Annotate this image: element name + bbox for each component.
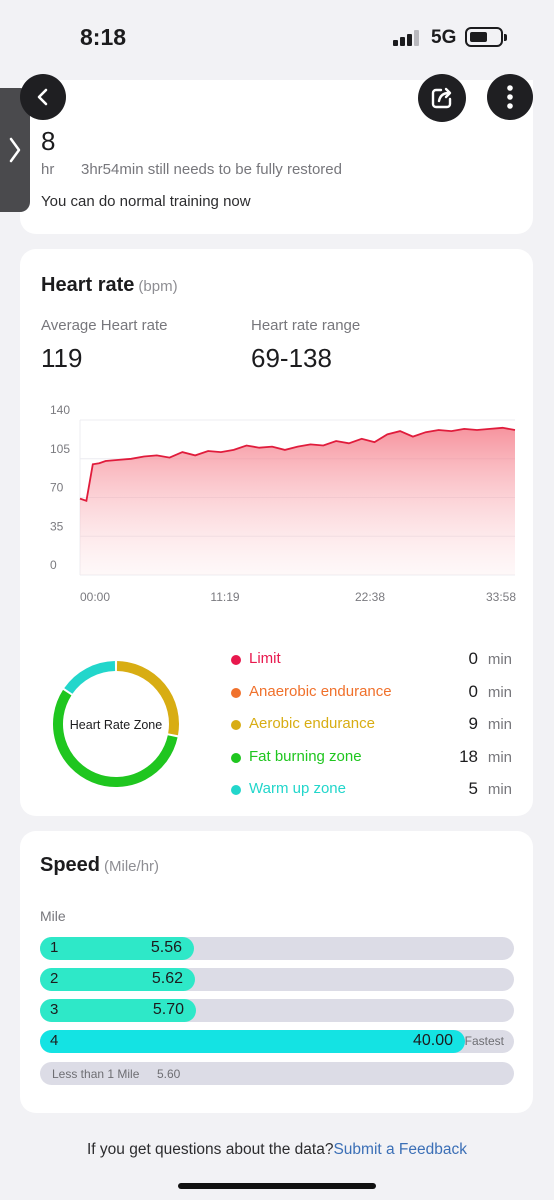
- share-button[interactable]: [418, 74, 466, 122]
- zone-label: Fat burning zone: [249, 747, 362, 765]
- less-than-label: Less than 1 Mile: [52, 1067, 140, 1081]
- zone-color-dot: [231, 687, 241, 698]
- zone-minutes: 0: [468, 681, 478, 701]
- zone-unit: min: [487, 683, 512, 701]
- speed-title: Speed (Mile/hr): [40, 854, 159, 877]
- speed-unit: (Mile/hr): [104, 858, 160, 875]
- speed-value: 5.70: [152, 1001, 184, 1018]
- less-than-one-mile-row: Less than 1 Mile 5.60: [40, 1062, 514, 1085]
- recovery-remaining-text: 3hr54min still needs to be fully restore…: [81, 161, 342, 178]
- network-type: 5G: [431, 27, 457, 48]
- zone-label: Limit: [249, 650, 281, 667]
- speed-card: Speed (Mile/hr) Mile 1 5.56 2 5.62 3 5.70 4 40.0…: [20, 831, 533, 1113]
- speed-value: 40.00: [412, 1032, 453, 1049]
- average-heart-rate-value: 119: [41, 343, 83, 373]
- heart-rate-range-label: Heart rate range: [251, 317, 361, 334]
- average-heart-rate-label: Average Heart rate: [41, 317, 168, 334]
- speed-bar-fill: [40, 1030, 465, 1053]
- zone-unit: min: [487, 716, 512, 733]
- x-tick-label: 11:19: [210, 590, 239, 604]
- x-tick-label: 33:58: [486, 590, 516, 604]
- speed-title-text: Speed: [40, 854, 101, 876]
- speed-bar-row: 4 40.00 Fastest: [40, 1030, 514, 1053]
- zone-unit: min: [487, 651, 512, 668]
- donut-slice: [64, 661, 116, 694]
- more-options-button[interactable]: [487, 74, 533, 120]
- zone-minutes: 5: [468, 779, 478, 798]
- y-tick-label: 35: [50, 519, 64, 533]
- back-button[interactable]: [20, 74, 66, 120]
- x-tick-label: 00:00: [80, 590, 110, 604]
- mile-index: 2: [50, 970, 59, 987]
- recovery-hours-unit: hr: [41, 161, 55, 178]
- submit-feedback-link[interactable]: Submit a Feedback: [333, 1141, 467, 1158]
- y-tick-label: 105: [50, 442, 70, 456]
- zone-unit: min: [487, 748, 512, 766]
- y-tick-label: 70: [50, 481, 64, 495]
- donut-center-label: Heart Rate Zone: [70, 718, 162, 732]
- feedback-question: If you get questions about the data?: [86, 1141, 334, 1158]
- more-vertical-icon: [507, 85, 513, 109]
- speed-value: 5.56: [150, 939, 182, 956]
- status-bar: 8:18 5G: [0, 0, 554, 76]
- signal-icon: [393, 30, 421, 46]
- donut-slice: [53, 689, 178, 787]
- zone-color-dot: [231, 720, 241, 730]
- speed-bar-row: 2 5.62: [40, 968, 514, 991]
- feedback-footer: If you get questions about the data?Subm…: [0, 1141, 554, 1159]
- heart-rate-area: [80, 427, 515, 575]
- heart-rate-chart: 140 105 70 35 0 00:00 11:19 22:38 33:58: [50, 403, 516, 604]
- zone-label: Warm up zone: [249, 780, 346, 797]
- heart-rate-unit: (bpm): [138, 278, 178, 295]
- heart-rate-card: Heart rate (bpm) Average Heart rate 119 H…: [20, 249, 533, 816]
- chevron-left-icon: [37, 88, 48, 106]
- speed-value: 5.62: [151, 970, 183, 987]
- fastest-tag: Fastest: [464, 1034, 504, 1048]
- recovery-hours-value: 8: [41, 126, 56, 156]
- speed-bar-row: 3 5.70: [40, 999, 514, 1022]
- less-than-value: 5.60: [157, 1067, 181, 1081]
- chevron-right-icon: [9, 137, 21, 163]
- zone-color-dot: [231, 752, 241, 763]
- battery-icon: [465, 27, 507, 47]
- zone-minutes: 18: [459, 746, 478, 766]
- y-tick-label: 0: [50, 558, 57, 572]
- home-indicator: [178, 1183, 376, 1189]
- zone-row: Limit 0 min: [230, 649, 520, 682]
- zone-row: Warm up zone 5 min: [230, 779, 520, 812]
- zone-color-dot: [231, 655, 241, 665]
- mile-index: 4: [50, 1032, 59, 1049]
- zone-label: Aerobic endurance: [249, 715, 375, 732]
- zone-unit: min: [487, 781, 512, 798]
- x-tick-label: 22:38: [355, 590, 385, 604]
- zone-row: Anaerobic endurance 0 min: [230, 682, 520, 715]
- share-icon: [431, 87, 452, 109]
- mile-column-label: Mile: [40, 908, 66, 924]
- zone-minutes: 0: [468, 649, 478, 668]
- mile-index: 3: [50, 1001, 59, 1018]
- zone-color-dot: [231, 785, 241, 795]
- recovery-advice: You can do normal training now: [41, 193, 251, 210]
- mile-index: 1: [50, 939, 59, 956]
- zone-label: Anaerobic endurance: [249, 682, 392, 700]
- heart-rate-zone-list: Limit 0 min Anaerobic endurance 0 min Aerobic …: [230, 649, 520, 812]
- y-tick-label: 140: [50, 403, 70, 417]
- zone-row: Aerobic endurance 9 min: [230, 714, 520, 747]
- zone-row: Fat burning zone 18 min: [230, 747, 520, 780]
- zone-minutes: 9: [468, 714, 478, 733]
- heart-rate-range-value: 69-138: [251, 343, 332, 373]
- heart-rate-title-text: Heart rate: [41, 274, 135, 296]
- heart-rate-zone-donut: Heart Rate Zone: [53, 661, 179, 787]
- status-time: 8:18: [80, 24, 127, 50]
- heart-rate-title: Heart rate (bpm): [41, 274, 178, 297]
- speed-bar-row: 1 5.56: [40, 937, 514, 960]
